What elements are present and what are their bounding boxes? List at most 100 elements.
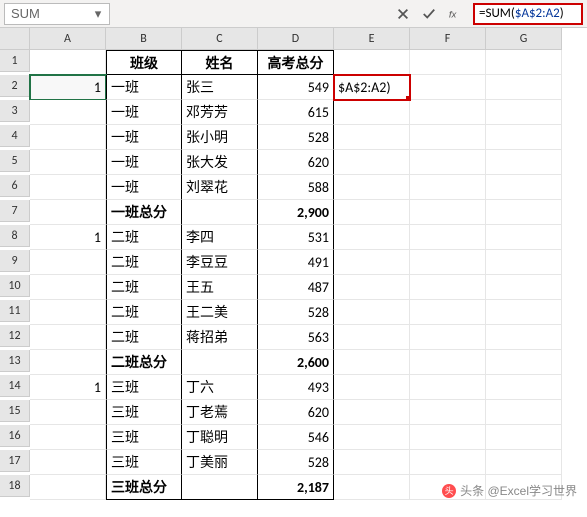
cell[interactable]: 1 <box>30 375 106 400</box>
cell[interactable] <box>30 300 106 325</box>
cell[interactable]: 546 <box>258 425 334 450</box>
cell[interactable]: 563 <box>258 325 334 350</box>
row-header[interactable]: 13 <box>0 350 30 372</box>
cell[interactable] <box>410 300 486 325</box>
cell[interactable] <box>334 175 410 200</box>
spreadsheet-grid[interactable]: ABCDEFG1班级姓名高考总分21一班张三549$A$2:A2)3一班邓芳芳6… <box>0 28 587 500</box>
cell[interactable] <box>410 375 486 400</box>
cell[interactable] <box>30 250 106 275</box>
cell[interactable]: 三班 <box>106 375 182 400</box>
cell[interactable] <box>486 100 562 125</box>
cell[interactable]: 张小明 <box>182 125 258 150</box>
cell[interactable]: 班级 <box>106 50 182 75</box>
cell[interactable] <box>182 475 258 500</box>
cell[interactable] <box>410 450 486 475</box>
cell[interactable] <box>486 75 562 100</box>
cell[interactable] <box>410 250 486 275</box>
cell[interactable]: 487 <box>258 275 334 300</box>
chevron-down-icon[interactable]: ▾ <box>93 6 103 22</box>
cell[interactable] <box>30 350 106 375</box>
cell[interactable] <box>410 50 486 75</box>
cell[interactable] <box>486 225 562 250</box>
cell[interactable]: 丁聪明 <box>182 425 258 450</box>
cell[interactable]: 528 <box>258 125 334 150</box>
cell[interactable]: 丁老蔫 <box>182 400 258 425</box>
cell[interactable]: 二班 <box>106 325 182 350</box>
cell[interactable] <box>334 300 410 325</box>
cell[interactable] <box>410 325 486 350</box>
cell[interactable] <box>30 425 106 450</box>
cell[interactable]: 三班 <box>106 425 182 450</box>
cell[interactable] <box>486 250 562 275</box>
cell[interactable] <box>334 325 410 350</box>
column-header[interactable]: E <box>334 28 410 50</box>
cell[interactable] <box>410 175 486 200</box>
cell[interactable]: 620 <box>258 400 334 425</box>
row-header[interactable]: 8 <box>0 225 30 247</box>
cell[interactable] <box>486 50 562 75</box>
cell[interactable] <box>30 150 106 175</box>
cell[interactable] <box>30 450 106 475</box>
cell[interactable]: 一班 <box>106 175 182 200</box>
cell[interactable]: 一班 <box>106 150 182 175</box>
cell[interactable]: 493 <box>258 375 334 400</box>
cell[interactable]: 二班总分 <box>106 350 182 375</box>
cell[interactable]: 1 <box>30 225 106 250</box>
formula-input[interactable]: =SUM($A$2:A2) <box>473 3 583 25</box>
cell[interactable] <box>30 325 106 350</box>
column-header[interactable]: D <box>258 28 334 50</box>
cell[interactable] <box>486 125 562 150</box>
row-header[interactable]: 11 <box>0 300 30 322</box>
cell[interactable]: 高考总分 <box>258 50 334 75</box>
cell[interactable]: 李豆豆 <box>182 250 258 275</box>
cell[interactable] <box>410 425 486 450</box>
row-header[interactable]: 1 <box>0 50 30 72</box>
cell[interactable]: 620 <box>258 150 334 175</box>
row-header[interactable]: 2 <box>0 75 30 97</box>
cell[interactable]: 二班 <box>106 300 182 325</box>
cell[interactable]: 丁六 <box>182 375 258 400</box>
cell[interactable]: 一班 <box>106 75 182 100</box>
cell[interactable]: 邓芳芳 <box>182 100 258 125</box>
cell[interactable]: 丁美丽 <box>182 450 258 475</box>
cell[interactable]: 1 <box>30 75 106 100</box>
fx-icon[interactable]: fx <box>443 3 467 25</box>
cell-editing[interactable]: $A$2:A2) <box>334 75 410 100</box>
cell[interactable] <box>334 125 410 150</box>
cell[interactable] <box>334 350 410 375</box>
cell[interactable] <box>486 150 562 175</box>
cell[interactable] <box>486 450 562 475</box>
cell[interactable]: 三班 <box>106 400 182 425</box>
row-header[interactable]: 6 <box>0 175 30 197</box>
cell[interactable]: 二班 <box>106 275 182 300</box>
column-header[interactable]: C <box>182 28 258 50</box>
cancel-formula-button[interactable] <box>391 3 415 25</box>
cell[interactable] <box>334 200 410 225</box>
row-header[interactable]: 5 <box>0 150 30 172</box>
cell[interactable]: 蒋招弟 <box>182 325 258 350</box>
cell[interactable] <box>486 275 562 300</box>
cell[interactable] <box>410 125 486 150</box>
column-header[interactable]: B <box>106 28 182 50</box>
cell[interactable] <box>410 75 486 100</box>
row-header[interactable]: 16 <box>0 425 30 447</box>
cell[interactable]: 549 <box>258 75 334 100</box>
row-header[interactable]: 12 <box>0 325 30 347</box>
column-header[interactable]: F <box>410 28 486 50</box>
cell[interactable] <box>410 150 486 175</box>
cell[interactable]: 李四 <box>182 225 258 250</box>
cell[interactable]: 姓名 <box>182 50 258 75</box>
cell[interactable]: 615 <box>258 100 334 125</box>
cell[interactable] <box>486 200 562 225</box>
cell[interactable] <box>334 100 410 125</box>
cell[interactable]: 三班总分 <box>106 475 182 500</box>
cell[interactable] <box>30 175 106 200</box>
cell[interactable] <box>30 50 106 75</box>
name-box[interactable]: SUM ▾ <box>4 3 110 25</box>
cell[interactable]: 王二美 <box>182 300 258 325</box>
row-header[interactable]: 3 <box>0 100 30 122</box>
cell[interactable]: 刘翠花 <box>182 175 258 200</box>
cell[interactable]: 2,900 <box>258 200 334 225</box>
cell[interactable] <box>334 425 410 450</box>
row-header[interactable]: 7 <box>0 200 30 222</box>
